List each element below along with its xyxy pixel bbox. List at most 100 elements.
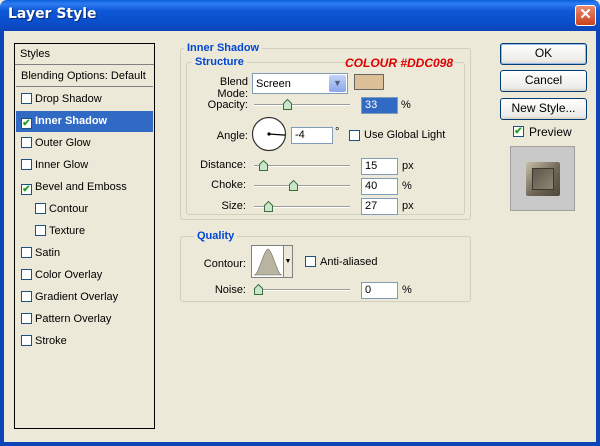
preview-swatch <box>526 162 560 196</box>
style-item-outer-glow[interactable]: Outer Glow <box>16 133 153 154</box>
choke-slider[interactable] <box>254 180 350 191</box>
contour-preview-icon <box>253 248 283 276</box>
angle-input[interactable]: -4 <box>291 127 333 144</box>
close-button[interactable]: ✕ <box>575 5 596 26</box>
style-checkbox[interactable] <box>21 137 32 148</box>
angle-value: -4 <box>295 129 305 141</box>
opacity-input[interactable]: 33 <box>361 97 398 114</box>
choke-value: 40 <box>365 180 378 192</box>
contour-dropdown-icon[interactable]: ▼ <box>283 246 292 277</box>
quality-title: Quality <box>194 230 238 242</box>
distance-unit: px <box>402 160 414 172</box>
style-checkbox[interactable] <box>21 159 32 170</box>
styles-header[interactable]: Styles <box>15 44 154 65</box>
style-item-stroke[interactable]: Stroke <box>16 331 153 352</box>
blend-mode-label: Blend Mode: <box>217 76 248 100</box>
angle-unit: ° <box>335 126 340 138</box>
style-item-color-overlay[interactable]: Color Overlay <box>16 265 153 286</box>
size-slider[interactable] <box>254 201 350 212</box>
preview-checkbox[interactable]: ✔ <box>513 126 524 137</box>
anti-aliased-label: Anti-aliased <box>320 256 378 268</box>
style-item-label: Satin <box>35 247 61 259</box>
style-item-label: Bevel and Emboss <box>35 181 127 193</box>
distance-slider[interactable] <box>254 160 350 171</box>
style-checkbox[interactable]: ✔ <box>21 118 32 129</box>
cancel-button[interactable]: Cancel <box>500 70 587 92</box>
style-item-inner-glow[interactable]: Inner Glow <box>16 155 153 176</box>
blend-mode-value: Screen <box>256 78 291 90</box>
style-item-label: Outer Glow <box>35 137 91 149</box>
choke-label: Choke: <box>211 179 246 191</box>
distance-value: 15 <box>365 160 378 172</box>
size-input[interactable]: 27 <box>361 198 398 215</box>
blending-options-label: Blending Options: Default <box>21 70 146 82</box>
noise-input[interactable]: 0 <box>361 282 398 299</box>
contour-picker[interactable]: ▼ <box>251 245 293 278</box>
style-item-label: Inner Glow <box>35 159 89 171</box>
style-item-label: Inner Shadow <box>35 115 108 127</box>
contour-label: Contour: <box>203 258 246 270</box>
style-item-label: Contour <box>49 203 89 215</box>
size-label: Size: <box>221 200 246 212</box>
preview-thumbnail <box>510 146 575 211</box>
use-global-light-checkbox[interactable] <box>349 130 360 141</box>
preview-label: Preview <box>529 125 572 139</box>
style-item-contour[interactable]: Contour <box>16 199 153 220</box>
distance-label: Distance: <box>200 159 246 171</box>
style-item-texture[interactable]: Texture <box>16 221 153 242</box>
noise-value: 0 <box>365 284 372 296</box>
window-title: Layer Style <box>8 6 97 22</box>
noise-slider-thumb[interactable] <box>254 284 263 295</box>
style-item-pattern-overlay[interactable]: Pattern Overlay <box>16 309 153 330</box>
noise-slider[interactable] <box>254 284 350 295</box>
choke-slider-thumb[interactable] <box>288 180 298 191</box>
angle-label: Angle: <box>216 130 248 142</box>
window-frame-bottom <box>0 442 600 446</box>
ok-button[interactable]: OK <box>500 43 587 65</box>
new-style-button[interactable]: New Style... <box>500 98 587 120</box>
style-checkbox[interactable] <box>21 269 32 280</box>
choke-unit: % <box>402 180 412 192</box>
opacity-unit: % <box>401 99 411 111</box>
angle-dial[interactable] <box>251 116 287 152</box>
use-global-light-label: Use Global Light <box>364 129 446 141</box>
anti-aliased-checkbox[interactable] <box>305 256 316 267</box>
style-checkbox[interactable] <box>35 225 46 236</box>
inner-shadow-title: Inner Shadow <box>184 42 263 54</box>
style-checkbox[interactable] <box>21 93 32 104</box>
ok-label: OK <box>534 46 553 60</box>
title-bar: Layer Style ✕ <box>0 0 600 31</box>
style-item-satin[interactable]: Satin <box>16 243 153 264</box>
style-checkbox[interactable] <box>21 313 32 324</box>
new-style-label: New Style... <box>511 101 576 115</box>
style-item-gradient-overlay[interactable]: Gradient Overlay <box>16 287 153 308</box>
window-frame-right <box>596 31 600 446</box>
distance-slider-thumb[interactable] <box>259 160 269 171</box>
style-item-bevel-and-emboss[interactable]: ✔ Bevel and Emboss <box>16 177 153 198</box>
opacity-value: 33 <box>365 99 378 111</box>
style-item-label: Pattern Overlay <box>35 313 112 325</box>
style-checkbox[interactable] <box>21 335 32 346</box>
opacity-slider-thumb[interactable] <box>282 99 292 110</box>
distance-input[interactable]: 15 <box>361 158 398 175</box>
style-checkbox[interactable] <box>21 247 32 258</box>
style-item-label: Gradient Overlay <box>35 291 119 303</box>
size-value: 27 <box>365 200 378 212</box>
blend-mode-select[interactable]: Screen ▼ <box>252 73 348 94</box>
shadow-color-swatch[interactable] <box>354 74 384 90</box>
chevron-down-icon[interactable]: ▼ <box>329 75 346 92</box>
close-icon: ✕ <box>579 6 592 23</box>
size-slider-thumb[interactable] <box>263 201 273 212</box>
noise-unit: % <box>402 284 412 296</box>
style-item-drop-shadow[interactable]: Drop Shadow <box>16 89 153 110</box>
style-item-inner-shadow[interactable]: ✔ Inner Shadow <box>16 111 153 132</box>
colour-annotation: COLOUR #DDC098 <box>345 56 454 70</box>
choke-input[interactable]: 40 <box>361 178 398 195</box>
blending-options-item[interactable]: Blending Options: Default <box>16 66 153 87</box>
size-unit: px <box>402 200 414 212</box>
style-checkbox[interactable] <box>35 203 46 214</box>
style-item-label: Drop Shadow <box>35 93 102 105</box>
style-checkbox[interactable] <box>21 291 32 302</box>
opacity-slider[interactable] <box>254 99 350 110</box>
style-checkbox[interactable]: ✔ <box>21 184 32 195</box>
